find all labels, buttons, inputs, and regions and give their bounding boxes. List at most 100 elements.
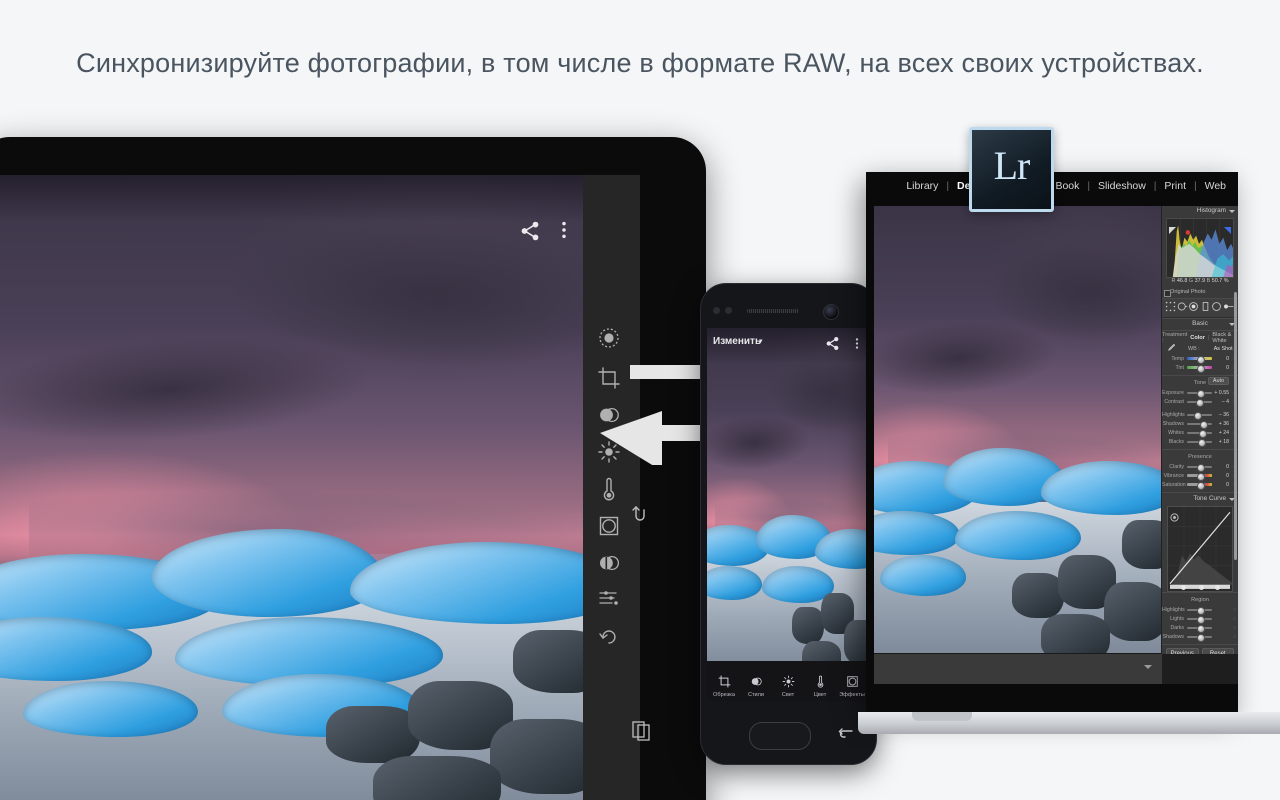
basic-panel-header[interactable]: Basic <box>1162 318 1238 330</box>
share-icon[interactable] <box>519 220 541 242</box>
slider-exposure[interactable]: Exposure + 0.55 ◌ <box>1162 388 1238 398</box>
slider-temp[interactable]: Temp 0 ◌ <box>1162 354 1238 364</box>
slider-blacks[interactable]: Blacks + 18 ◌ <box>1162 437 1238 447</box>
curve-slider-shadows[interactable]: Shadows 0 ◌ <box>1162 632 1238 642</box>
auto-tone-button[interactable]: Auto <box>1207 377 1229 385</box>
back-arrow-icon[interactable] <box>838 728 854 742</box>
tablet-photo <box>0 175 583 800</box>
slider-saturation[interactable]: Saturation 0 ◌ <box>1162 480 1238 490</box>
slider-value: + 24 <box>1218 429 1229 436</box>
slider-highlights[interactable]: Highlights – 36 ◌ <box>1162 410 1238 420</box>
shadow-clipping-indicator[interactable] <box>1169 221 1176 234</box>
module-book[interactable]: Book <box>1053 180 1081 192</box>
home-button[interactable] <box>749 722 811 750</box>
curve-slider-lights[interactable]: Lights 0 ◌ <box>1162 614 1238 624</box>
module-print[interactable]: Print <box>1162 180 1188 192</box>
chevron-down-icon[interactable] <box>1229 210 1235 213</box>
wb-label: WB : <box>1188 345 1200 352</box>
slider-vibrance[interactable]: Vibrance 0 ◌ <box>1162 471 1238 481</box>
slider-shadows[interactable]: Shadows + 36 ◌ <box>1162 419 1238 429</box>
adjustment-brush-icon[interactable] <box>1223 299 1235 317</box>
curve-split-handle[interactable] <box>1198 585 1204 590</box>
wb-value[interactable]: As Shot <box>1214 346 1233 352</box>
reset-icon[interactable]: ◌ <box>1231 607 1238 613</box>
lightroom-app-badge: Lr <box>969 127 1054 212</box>
slider-track[interactable] <box>1187 633 1212 642</box>
phone-tool-light[interactable]: Свет <box>773 674 803 698</box>
more-vertical-icon[interactable] <box>850 336 864 351</box>
front-camera <box>823 304 839 320</box>
graduated-filter-icon[interactable] <box>1200 299 1211 317</box>
treatment-color-option[interactable]: Color <box>1190 335 1205 341</box>
undo-icon[interactable] <box>628 502 654 528</box>
slider-value: + 0.55 <box>1214 389 1229 396</box>
slider-track[interactable] <box>1187 429 1212 438</box>
highlight-clipping-indicator[interactable] <box>1224 221 1231 234</box>
effects-icon[interactable] <box>594 511 624 541</box>
phone-tool-color[interactable]: Цвет <box>805 674 835 698</box>
slider-track[interactable] <box>1187 463 1212 472</box>
original-photo-row[interactable]: Original Photo <box>1162 287 1238 298</box>
slider-track[interactable] <box>1187 389 1212 398</box>
proximity-sensor <box>713 307 720 314</box>
crop-overlay-icon[interactable] <box>1165 299 1176 317</box>
slider-label: Darks <box>1170 624 1184 631</box>
module-web[interactable]: Web <box>1203 180 1228 192</box>
curve-slider-highlights[interactable]: Highlights 0 ◌ <box>1162 605 1238 615</box>
slider-track[interactable] <box>1187 624 1212 633</box>
histogram-panel-header[interactable]: Histogram <box>1162 206 1238 217</box>
tone-curve-graph[interactable] <box>1167 506 1233 592</box>
point-curve-icon[interactable] <box>1170 509 1179 522</box>
slider-track[interactable] <box>1187 411 1212 420</box>
red-eye-icon[interactable] <box>1188 299 1199 317</box>
module-library[interactable]: Library <box>904 180 940 192</box>
slider-whites[interactable]: Whites + 24 ◌ <box>1162 428 1238 438</box>
optics-icon[interactable] <box>594 583 624 613</box>
reset-icon[interactable]: ◌ <box>1231 616 1238 622</box>
tone-curve-panel-header[interactable]: Tone Curve <box>1162 492 1238 505</box>
slider-track[interactable] <box>1187 364 1212 373</box>
phone-header-title[interactable]: Изменить <box>713 336 761 347</box>
color-temperature-icon[interactable] <box>594 474 624 504</box>
more-vertical-icon[interactable] <box>553 219 575 241</box>
phone-tool-crop[interactable]: Обрезка <box>709 674 739 698</box>
slider-label: Contrast <box>1164 398 1184 405</box>
reset-button[interactable]: Reset <box>1201 648 1234 654</box>
eyedropper-icon[interactable] <box>1166 343 1176 355</box>
slider-track[interactable] <box>1187 606 1212 615</box>
detail-icon[interactable] <box>594 548 624 578</box>
slider-contrast[interactable]: Contrast – 4 ◌ <box>1162 397 1238 407</box>
phone-tool-effects[interactable]: Эффекты <box>837 674 867 698</box>
slider-track[interactable] <box>1187 420 1212 429</box>
slider-label: Highlights <box>1162 411 1185 418</box>
copy-icon[interactable] <box>629 718 653 742</box>
caret-down-icon[interactable] <box>1144 665 1152 669</box>
reset-icon[interactable]: ◌ <box>1231 634 1238 640</box>
reset-icon[interactable]: ◌ <box>1231 625 1238 631</box>
panel-scrollbar[interactable] <box>1234 292 1237 560</box>
curve-slider-darks[interactable]: Darks 0 ◌ <box>1162 623 1238 633</box>
slider-tint[interactable]: Tint 0 ◌ <box>1162 363 1238 373</box>
slider-track[interactable] <box>1187 438 1212 447</box>
slider-track[interactable] <box>1187 615 1212 624</box>
curve-split-handle[interactable] <box>1180 585 1186 590</box>
slider-clarity[interactable]: Clarity 0 ◌ <box>1162 462 1238 472</box>
slider-value: 0 <box>1226 355 1229 362</box>
radial-filter-icon[interactable] <box>1211 299 1222 317</box>
slider-track[interactable] <box>1187 481 1212 490</box>
slider-track[interactable] <box>1187 472 1212 481</box>
tablet-top-bar <box>0 175 583 221</box>
module-slideshow[interactable]: Slideshow <box>1096 180 1148 192</box>
spot-removal-icon[interactable] <box>1177 299 1188 317</box>
slider-track[interactable] <box>1187 355 1212 364</box>
slider-track[interactable] <box>1187 398 1212 407</box>
presets-icon[interactable] <box>594 323 624 353</box>
chevron-down-icon[interactable]: ▾ <box>759 337 763 345</box>
region-label: Region <box>1191 597 1209 603</box>
reset-icon[interactable] <box>594 622 624 652</box>
share-icon[interactable] <box>825 336 840 351</box>
phone-tool-presets[interactable]: Стили <box>741 674 771 698</box>
previous-button[interactable]: Previous <box>1166 648 1199 654</box>
checkbox-icon[interactable] <box>1164 290 1171 297</box>
filmstrip-bar[interactable] <box>874 653 1162 684</box>
